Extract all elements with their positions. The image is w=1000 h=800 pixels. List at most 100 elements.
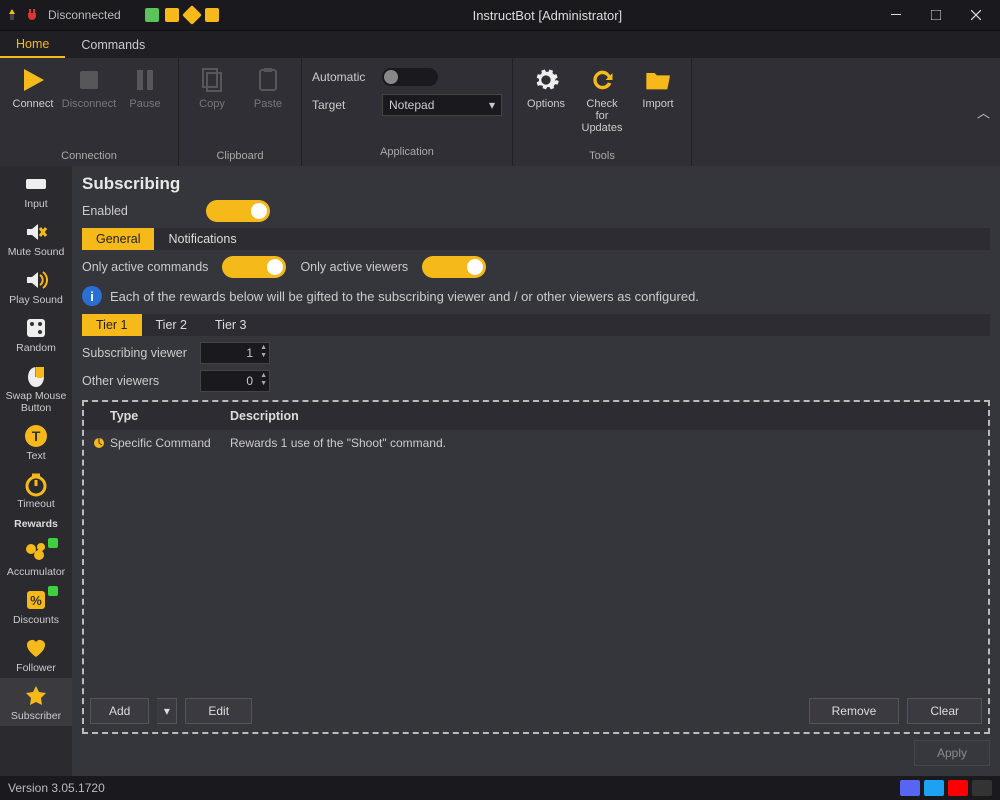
- enabled-toggle[interactable]: [206, 200, 270, 222]
- maximize-button[interactable]: [916, 0, 956, 30]
- folder-open-icon: [642, 64, 674, 96]
- edit-button[interactable]: Edit: [185, 698, 252, 724]
- add-dropdown[interactable]: ▾: [157, 698, 177, 724]
- sidebar-item-label: Accumulator: [7, 566, 65, 578]
- ribbon-group-application: Automatic Target Notepad ▾ Application: [302, 58, 513, 166]
- sidebar-item-mute-sound[interactable]: Mute Sound: [0, 214, 72, 262]
- tab-notifications[interactable]: Notifications: [154, 228, 250, 250]
- sidebar-item-label: Mute Sound: [8, 246, 65, 258]
- window-title: InstructBot [Administrator]: [219, 8, 876, 23]
- enabled-label: Enabled: [82, 204, 192, 218]
- pause-icon: [129, 64, 161, 96]
- subscribing-viewer-label: Subscribing viewer: [82, 346, 192, 360]
- misc-icon[interactable]: [972, 780, 992, 796]
- ribbon-group-connection: Connect Disconnect Pause Connection: [0, 58, 179, 166]
- remove-button[interactable]: Remove: [809, 698, 900, 724]
- tab-general[interactable]: General: [82, 228, 154, 250]
- ribbon-group-label: Application: [380, 146, 434, 160]
- check-updates-button[interactable]: Check for Updates: [577, 62, 627, 136]
- sidebar-item-play-sound[interactable]: Play Sound: [0, 262, 72, 310]
- refresh-icon: [586, 64, 618, 96]
- only-active-viewers-toggle[interactable]: [422, 256, 486, 278]
- step-down-icon[interactable]: ▼: [260, 352, 267, 360]
- stop-icon: [73, 64, 105, 96]
- copy-button[interactable]: Copy: [187, 62, 237, 112]
- row-description: Rewards 1 use of the "Shoot" command.: [230, 436, 980, 450]
- status-bar: Version 3.05.1720: [0, 776, 1000, 800]
- other-viewers-label: Other viewers: [82, 374, 192, 388]
- other-viewers-input[interactable]: 0 ▲▼: [200, 370, 270, 392]
- menu-commands[interactable]: Commands: [65, 31, 161, 58]
- menu-home[interactable]: Home: [0, 31, 65, 58]
- sidebar-item-input[interactable]: Input: [0, 166, 72, 214]
- sidebar-item-label: Swap Mouse Button: [0, 390, 72, 414]
- ribbon-group-label: Clipboard: [216, 150, 263, 164]
- page-title: Subscribing: [82, 174, 990, 194]
- options-button[interactable]: Options: [521, 62, 571, 136]
- connect-button[interactable]: Connect: [8, 62, 58, 112]
- rewards-panel: Type Description Specific Command Reward…: [82, 400, 990, 734]
- sidebar-item-follower[interactable]: Follower: [0, 630, 72, 678]
- step-down-icon[interactable]: ▼: [260, 380, 267, 388]
- sidebar-item-text[interactable]: T Text: [0, 418, 72, 466]
- sidebar-icon: [22, 682, 50, 710]
- main-menu: Home Commands: [0, 30, 1000, 58]
- service-badges: [145, 8, 219, 22]
- step-up-icon[interactable]: ▲: [260, 372, 267, 380]
- table-header-type: Type: [110, 409, 230, 423]
- sidebar-icon: [22, 218, 50, 246]
- only-active-commands-label: Only active commands: [82, 260, 208, 274]
- sidebar: Input Mute Sound Play Sound Random Swap Mous…: [0, 166, 72, 776]
- tab-tier2[interactable]: Tier 2: [142, 314, 202, 336]
- sidebar-item-swap-mouse-button[interactable]: Swap Mouse Button: [0, 358, 72, 418]
- version-label: Version 3.05.1720: [8, 781, 105, 795]
- youtube-icon[interactable]: [948, 780, 968, 796]
- only-active-commands-toggle[interactable]: [222, 256, 286, 278]
- sidebar-item-rewards[interactable]: Rewards: [0, 514, 72, 534]
- content-pane: Subscribing Enabled General Notification…: [72, 166, 1000, 776]
- ribbon-group-label: Connection: [61, 150, 117, 164]
- import-button[interactable]: Import: [633, 62, 683, 136]
- clear-button[interactable]: Clear: [907, 698, 982, 724]
- add-button[interactable]: Add: [90, 698, 149, 724]
- sidebar-icon: [22, 314, 50, 342]
- sidebar-item-label: Play Sound: [9, 294, 63, 306]
- tab-tier3[interactable]: Tier 3: [201, 314, 261, 336]
- sidebar-icon: %: [22, 586, 50, 614]
- discord-icon[interactable]: [900, 780, 920, 796]
- automatic-label: Automatic: [312, 70, 372, 84]
- svg-text:T: T: [32, 428, 41, 444]
- sidebar-icon: [22, 634, 50, 662]
- sidebar-item-label: Follower: [16, 662, 56, 674]
- sidebar-item-discounts[interactable]: %Discounts: [0, 582, 72, 630]
- target-select[interactable]: Notepad ▾: [382, 94, 502, 116]
- sidebar-item-timeout[interactable]: Timeout: [0, 466, 72, 514]
- target-label: Target: [312, 98, 372, 112]
- tab-tier1[interactable]: Tier 1: [82, 314, 142, 336]
- close-button[interactable]: [956, 0, 996, 30]
- table-row[interactable]: Specific Command Rewards 1 use of the "S…: [84, 430, 988, 456]
- sidebar-item-subscriber[interactable]: Subscriber: [0, 678, 72, 726]
- pause-button[interactable]: Pause: [120, 62, 170, 112]
- sidebar-item-label: Text: [26, 450, 45, 462]
- automatic-toggle[interactable]: [382, 68, 438, 86]
- gear-icon: [530, 64, 562, 96]
- sidebar-item-label: Timeout: [17, 498, 55, 510]
- paste-button[interactable]: Paste: [243, 62, 293, 112]
- sidebar-item-label: Random: [16, 342, 56, 354]
- sidebar-icon: [22, 470, 50, 498]
- paste-icon: [252, 64, 284, 96]
- minimize-button[interactable]: [876, 0, 916, 30]
- apply-button[interactable]: Apply: [914, 740, 990, 766]
- subscribing-viewer-input[interactable]: 1 ▲▼: [200, 342, 270, 364]
- step-up-icon[interactable]: ▲: [260, 344, 267, 352]
- disconnect-button[interactable]: Disconnect: [64, 62, 114, 112]
- twitter-icon[interactable]: [924, 780, 944, 796]
- sidebar-item-random[interactable]: Random: [0, 310, 72, 358]
- ribbon-collapse-icon[interactable]: ︿: [977, 103, 990, 122]
- row-icon: [92, 436, 110, 450]
- sidebar-icon: T: [22, 422, 50, 450]
- ribbon-group-tools: Options Check for Updates Import Tools: [513, 58, 692, 166]
- tier-tabs: Tier 1 Tier 2 Tier 3: [82, 314, 990, 336]
- sidebar-item-accumulator[interactable]: Accumulator: [0, 534, 72, 582]
